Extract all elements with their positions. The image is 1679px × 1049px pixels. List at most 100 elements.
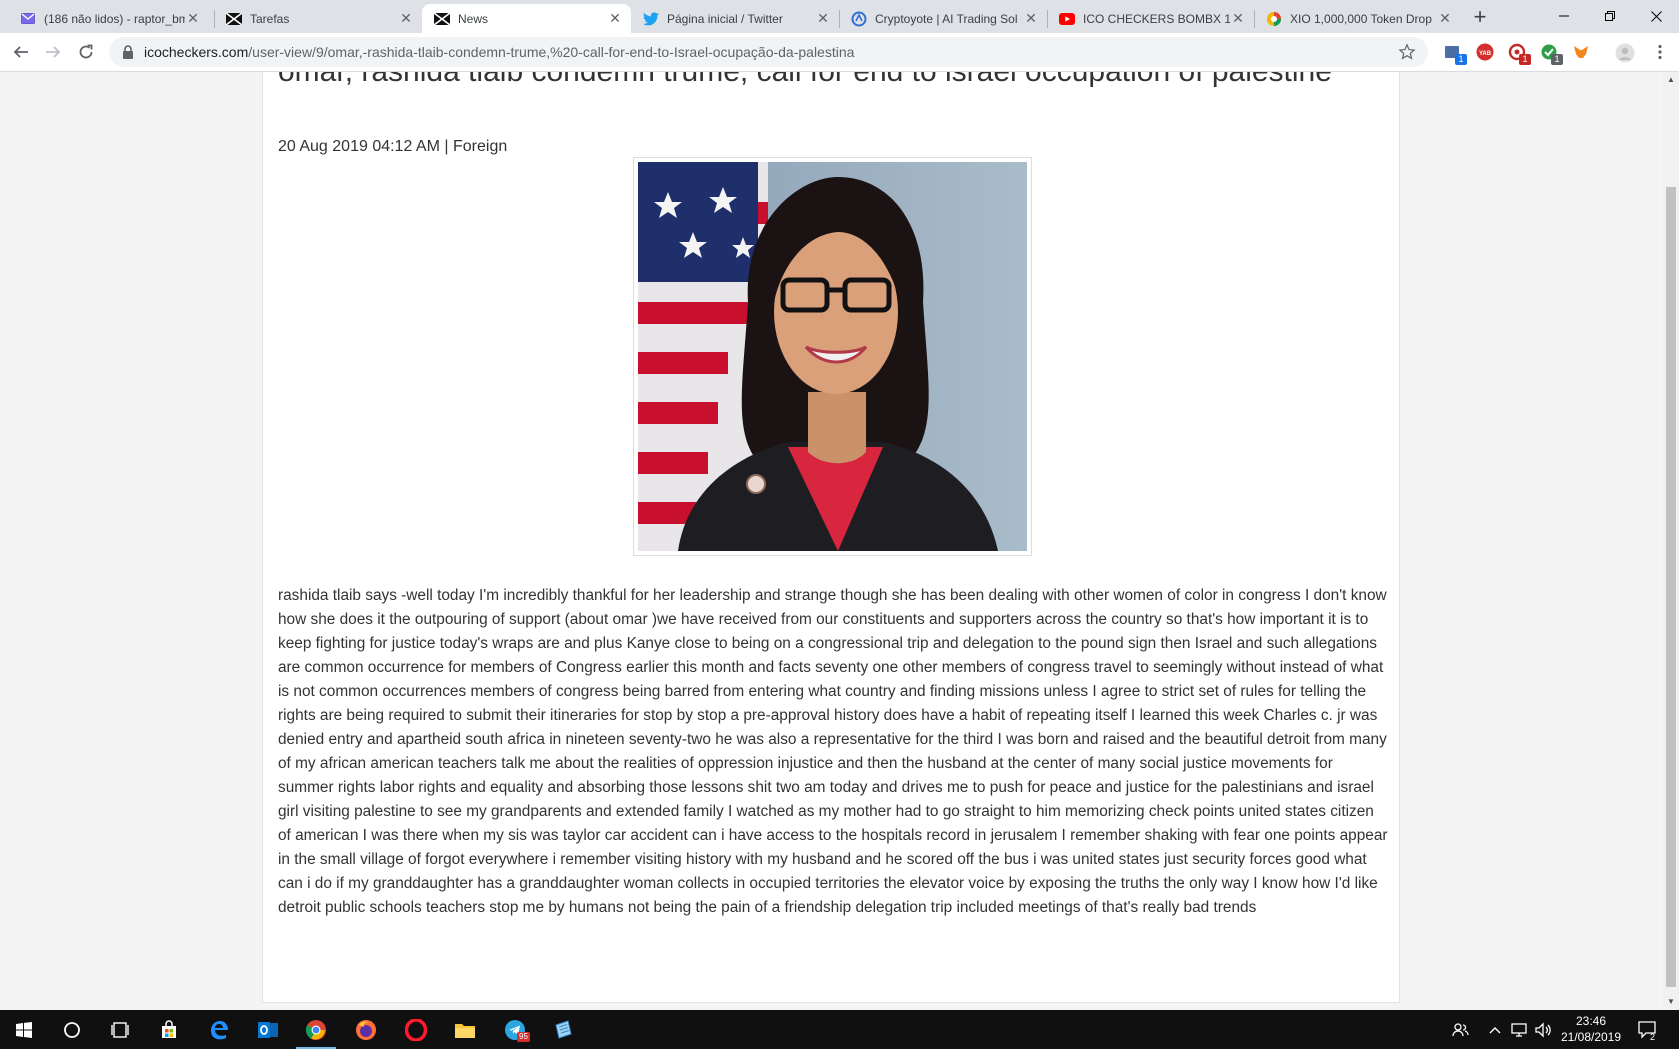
- scroll-up-arrow[interactable]: ▲: [1663, 72, 1679, 88]
- extension-button[interactable]: YAB: [1476, 43, 1494, 61]
- chevron-up-icon: [1489, 1026, 1501, 1033]
- back-button[interactable]: [9, 40, 33, 64]
- article-category[interactable]: Foreign: [453, 138, 507, 155]
- taskbar-store[interactable]: [145, 1010, 193, 1049]
- scroll-thumb[interactable]: [1666, 187, 1676, 987]
- lock-icon[interactable]: [120, 44, 136, 60]
- start-button[interactable]: [0, 1010, 48, 1049]
- telegram-badge: 95: [517, 1032, 530, 1042]
- windows-start-icon: [16, 1021, 32, 1038]
- tab-label: ICO CHECKERS BOMBX 100: [1083, 11, 1230, 26]
- close-icon[interactable]: ✕: [607, 10, 623, 27]
- portrait-image: [638, 162, 1027, 551]
- page-scrollbar[interactable]: ▲ ▼: [1663, 72, 1679, 1010]
- article-meta: 20 Aug 2019 04:12 AM | Foreign: [278, 138, 507, 156]
- star-icon[interactable]: [1398, 43, 1416, 61]
- network-icon: [1511, 1022, 1527, 1037]
- close-icon[interactable]: ✕: [398, 10, 414, 27]
- volume-button[interactable]: [1535, 1010, 1553, 1049]
- task-view-icon: [111, 1021, 129, 1038]
- restore-icon: [1605, 11, 1615, 21]
- minimize-button[interactable]: [1541, 0, 1587, 32]
- taskbar-chrome[interactable]: [292, 1010, 340, 1049]
- tab-cryptoyote[interactable]: Cryptoyote | AI Trading Sol ✕: [839, 4, 1047, 33]
- tray-overflow-button[interactable]: [1489, 1010, 1501, 1049]
- taskbar-outlook[interactable]: [244, 1010, 292, 1049]
- restore-button[interactable]: [1587, 0, 1633, 32]
- yab-icon: YAB: [1476, 43, 1494, 61]
- address-bar[interactable]: icocheckers.com/user-view/9/omar,-rashid…: [109, 37, 1428, 67]
- close-icon[interactable]: ✕: [1437, 10, 1453, 27]
- windows-taskbar: 95 23:46 21/08/2019 2: [0, 1010, 1679, 1049]
- taskbar-firefox[interactable]: [342, 1010, 390, 1049]
- edge-icon: [211, 1020, 228, 1039]
- meta-separator: |: [444, 138, 449, 155]
- taskbar-opera[interactable]: [392, 1010, 440, 1049]
- article-photo: [633, 157, 1032, 556]
- taskbar-telegram[interactable]: 95: [491, 1010, 539, 1049]
- svg-text:YAB: YAB: [1479, 51, 1492, 57]
- forward-button[interactable]: [41, 40, 65, 64]
- scroll-down-arrow[interactable]: ▼: [1663, 994, 1679, 1010]
- extension-button[interactable]: 1: [1508, 43, 1531, 65]
- tab-label: Cryptoyote | AI Trading Sol: [875, 11, 1018, 26]
- cortana-icon: [64, 1021, 80, 1038]
- taskbar-file-explorer[interactable]: [441, 1010, 489, 1049]
- clock-time: 23:46: [1575, 1014, 1607, 1028]
- taskbar-edge[interactable]: [195, 1010, 243, 1049]
- tab-strip: (186 não lidos) - raptor_bm ✕ Tarefas ✕ …: [0, 0, 1679, 33]
- task-view-button[interactable]: [96, 1010, 144, 1049]
- extension-button[interactable]: 1: [1540, 43, 1563, 65]
- cortana-button[interactable]: [48, 1010, 96, 1049]
- tab-twitter[interactable]: Página inicial / Twitter ✕: [631, 4, 839, 33]
- article-title: omar, rashida tlaib condemn trume, call …: [278, 72, 1378, 90]
- extension-button[interactable]: [1572, 43, 1590, 61]
- tab-label: (186 não lidos) - raptor_bm: [44, 11, 185, 26]
- extension-badge: 1: [1519, 54, 1531, 65]
- network-button[interactable]: [1511, 1010, 1529, 1049]
- mail-icon: [20, 11, 36, 27]
- extension-button[interactable]: 1: [1444, 43, 1467, 65]
- taskbar-notepad[interactable]: [539, 1010, 587, 1049]
- action-center-button[interactable]: 2: [1638, 1010, 1658, 1049]
- close-window-button[interactable]: [1633, 0, 1679, 32]
- youtube-icon: [1059, 11, 1075, 27]
- url-path: /user-view/9/omar,-rashida-tlaib-condemn…: [248, 44, 855, 60]
- people-button[interactable]: [1451, 1010, 1469, 1049]
- arrow-left-icon: [13, 46, 28, 58]
- close-icon[interactable]: ✕: [1023, 10, 1039, 27]
- people-icon: [1452, 1022, 1469, 1036]
- close-icon[interactable]: ✕: [1230, 10, 1246, 27]
- tab-label: News: [458, 11, 489, 26]
- new-tab-button[interactable]: +: [1468, 6, 1492, 30]
- tab-youtube[interactable]: ICO CHECKERS BOMBX 100 ✕: [1047, 4, 1254, 33]
- checkers-icon: [226, 11, 242, 27]
- checkers-icon: [434, 11, 450, 27]
- article-body: rashida tlaib says -well today I'm incre…: [278, 587, 1388, 916]
- tab-xio[interactable]: XIO 1,000,000 Token Drop ✕: [1254, 4, 1461, 33]
- opera-icon: [405, 1018, 427, 1041]
- browser-toolbar: icocheckers.com/user-view/9/omar,-rashid…: [0, 33, 1679, 72]
- menu-button[interactable]: [1651, 43, 1669, 61]
- url-host: icocheckers.com: [144, 44, 249, 60]
- extension-badge: 1: [1551, 54, 1563, 65]
- close-icon[interactable]: ✕: [815, 10, 831, 27]
- tab-tarefas[interactable]: Tarefas ✕: [214, 4, 422, 33]
- notification-count: 2: [1650, 1032, 1656, 1042]
- close-icon[interactable]: ✕: [185, 10, 201, 27]
- article-date: 20 Aug 2019 04:12 AM: [278, 138, 440, 155]
- article-card: omar, rashida tlaib condemn trume, call …: [262, 72, 1400, 1003]
- xio-icon: [1266, 11, 1282, 27]
- tab-gmail[interactable]: (186 não lidos) - raptor_bm ✕: [8, 4, 209, 33]
- profile-avatar[interactable]: [1615, 43, 1635, 63]
- reload-icon: [79, 44, 93, 59]
- folder-icon: [455, 1023, 475, 1038]
- twitter-icon: [643, 11, 659, 27]
- tab-news[interactable]: News ✕: [422, 4, 631, 33]
- arrow-right-icon: [46, 46, 61, 58]
- reload-button[interactable]: [74, 40, 98, 64]
- taskbar-clock[interactable]: 23:46 21/08/2019: [1555, 1013, 1627, 1045]
- clock-date: 21/08/2019: [1560, 1030, 1622, 1044]
- extension-badge: 1: [1455, 54, 1467, 65]
- notepad-icon: [555, 1019, 572, 1039]
